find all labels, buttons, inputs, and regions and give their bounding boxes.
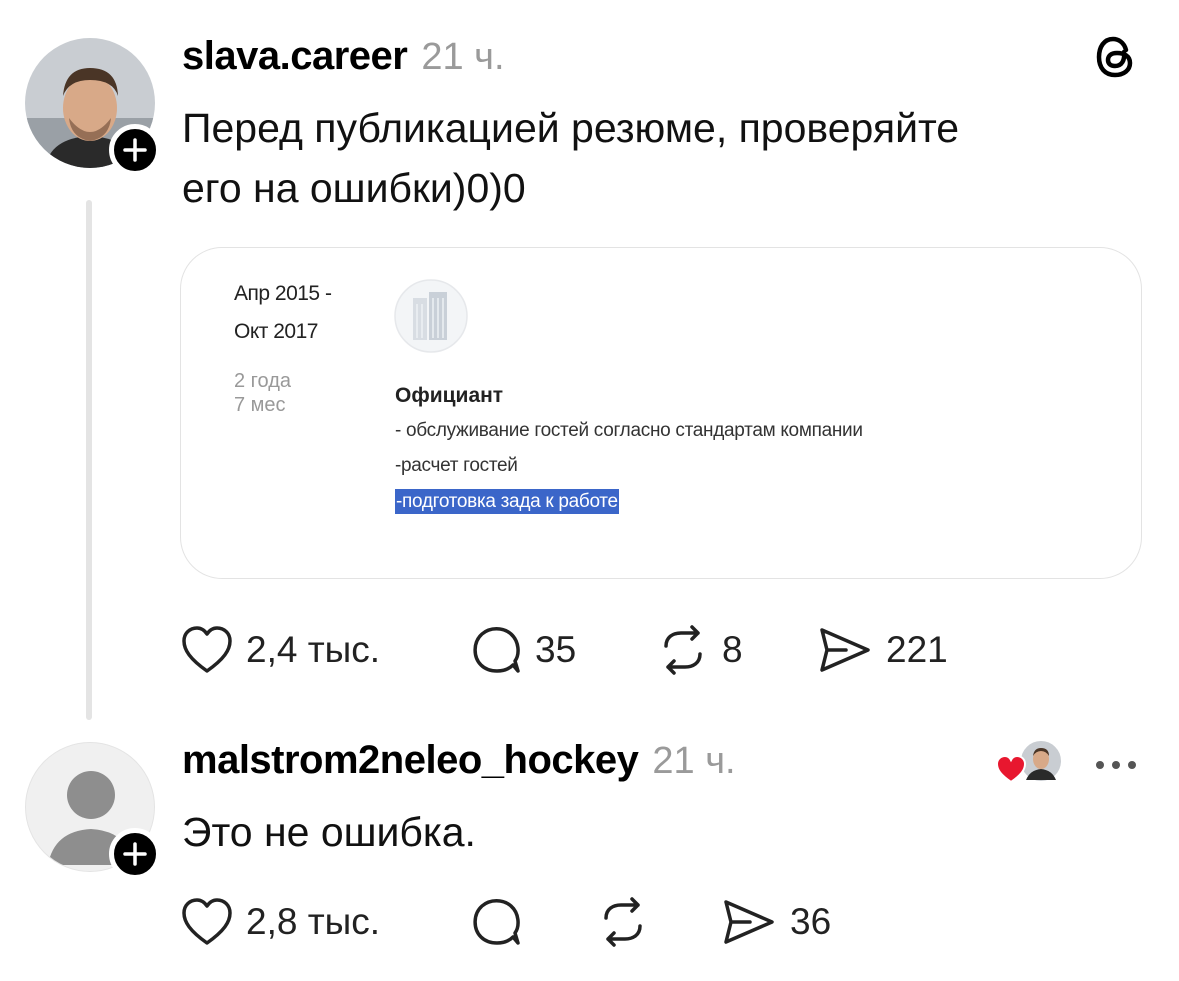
reply-share-count: 36 <box>790 901 832 942</box>
like-count: 2,4 тыс. <box>246 629 381 670</box>
reply-comment-button[interactable] <box>469 896 535 948</box>
resume-job-title: Официант <box>395 384 504 407</box>
post-username[interactable]: slava.career <box>182 34 408 79</box>
liked-by-author-indicator <box>994 738 1068 786</box>
like-button[interactable]: 2,4 тыс. <box>180 624 380 676</box>
send-icon <box>820 628 870 672</box>
post-text: Перед публикацией резюме, проверяйте его… <box>182 100 1142 216</box>
reply-repost-button[interactable] <box>596 896 662 948</box>
threads-logo-icon[interactable] <box>1092 32 1140 87</box>
share-button[interactable]: 221 <box>816 624 948 676</box>
send-icon <box>724 900 774 944</box>
comment-button[interactable]: 35 <box>469 624 576 676</box>
post-text-line2: его на ошибки)0)0 <box>182 165 526 211</box>
resume-duty-2: -расчет гостей <box>395 455 518 476</box>
repost-button[interactable]: 8 <box>656 624 743 676</box>
resume-screenshot: Апр 2015 - Окт 2017 2 года 7 мес Официан… <box>221 258 1101 558</box>
repost-count: 8 <box>722 629 743 670</box>
reply-follow-plus-icon[interactable] <box>109 828 161 880</box>
repost-icon <box>664 625 702 675</box>
post-image-card[interactable]: Апр 2015 - Окт 2017 2 года 7 мес Официан… <box>180 247 1142 579</box>
comment-count: 35 <box>535 629 577 670</box>
reply-text: Это не ошибка. <box>182 809 476 855</box>
comment-bubble-icon <box>473 899 520 945</box>
heart-icon <box>182 898 232 945</box>
repost-icon <box>604 897 642 947</box>
resume-date-from: Апр 2015 - <box>234 282 332 305</box>
company-logo-icon <box>393 278 469 359</box>
reply-header: malstrom2neleo_hockey 21 ч. <box>182 738 736 783</box>
reply-like-button[interactable]: 2,8 тыс. <box>180 896 380 948</box>
post-time: 21 ч. <box>421 36 505 78</box>
resume-duration-months: 7 мес <box>234 394 286 416</box>
resume-duration-years: 2 года <box>234 370 292 392</box>
reply-time: 21 ч. <box>652 740 736 782</box>
post-text-line1: Перед публикацией резюме, проверяйте <box>182 105 960 151</box>
reply-username[interactable]: malstrom2neleo_hockey <box>182 738 639 783</box>
resume-date-to: Окт 2017 <box>234 320 318 343</box>
follow-plus-icon[interactable] <box>109 124 161 176</box>
heart-icon <box>182 626 232 673</box>
thread-connector-line <box>86 200 92 720</box>
resume-duty-1: - обслуживание гостей согласно стандарта… <box>395 420 863 441</box>
resume-duty-3-highlighted: -подготовка зада к работе <box>395 489 619 514</box>
share-count: 221 <box>886 629 948 670</box>
more-options-icon[interactable] <box>1092 756 1140 774</box>
post-header: slava.career 21 ч. <box>182 34 505 79</box>
comment-bubble-icon <box>473 627 520 673</box>
reply-like-count: 2,8 тыс. <box>246 901 381 942</box>
reply-share-button[interactable]: 36 <box>720 896 831 948</box>
